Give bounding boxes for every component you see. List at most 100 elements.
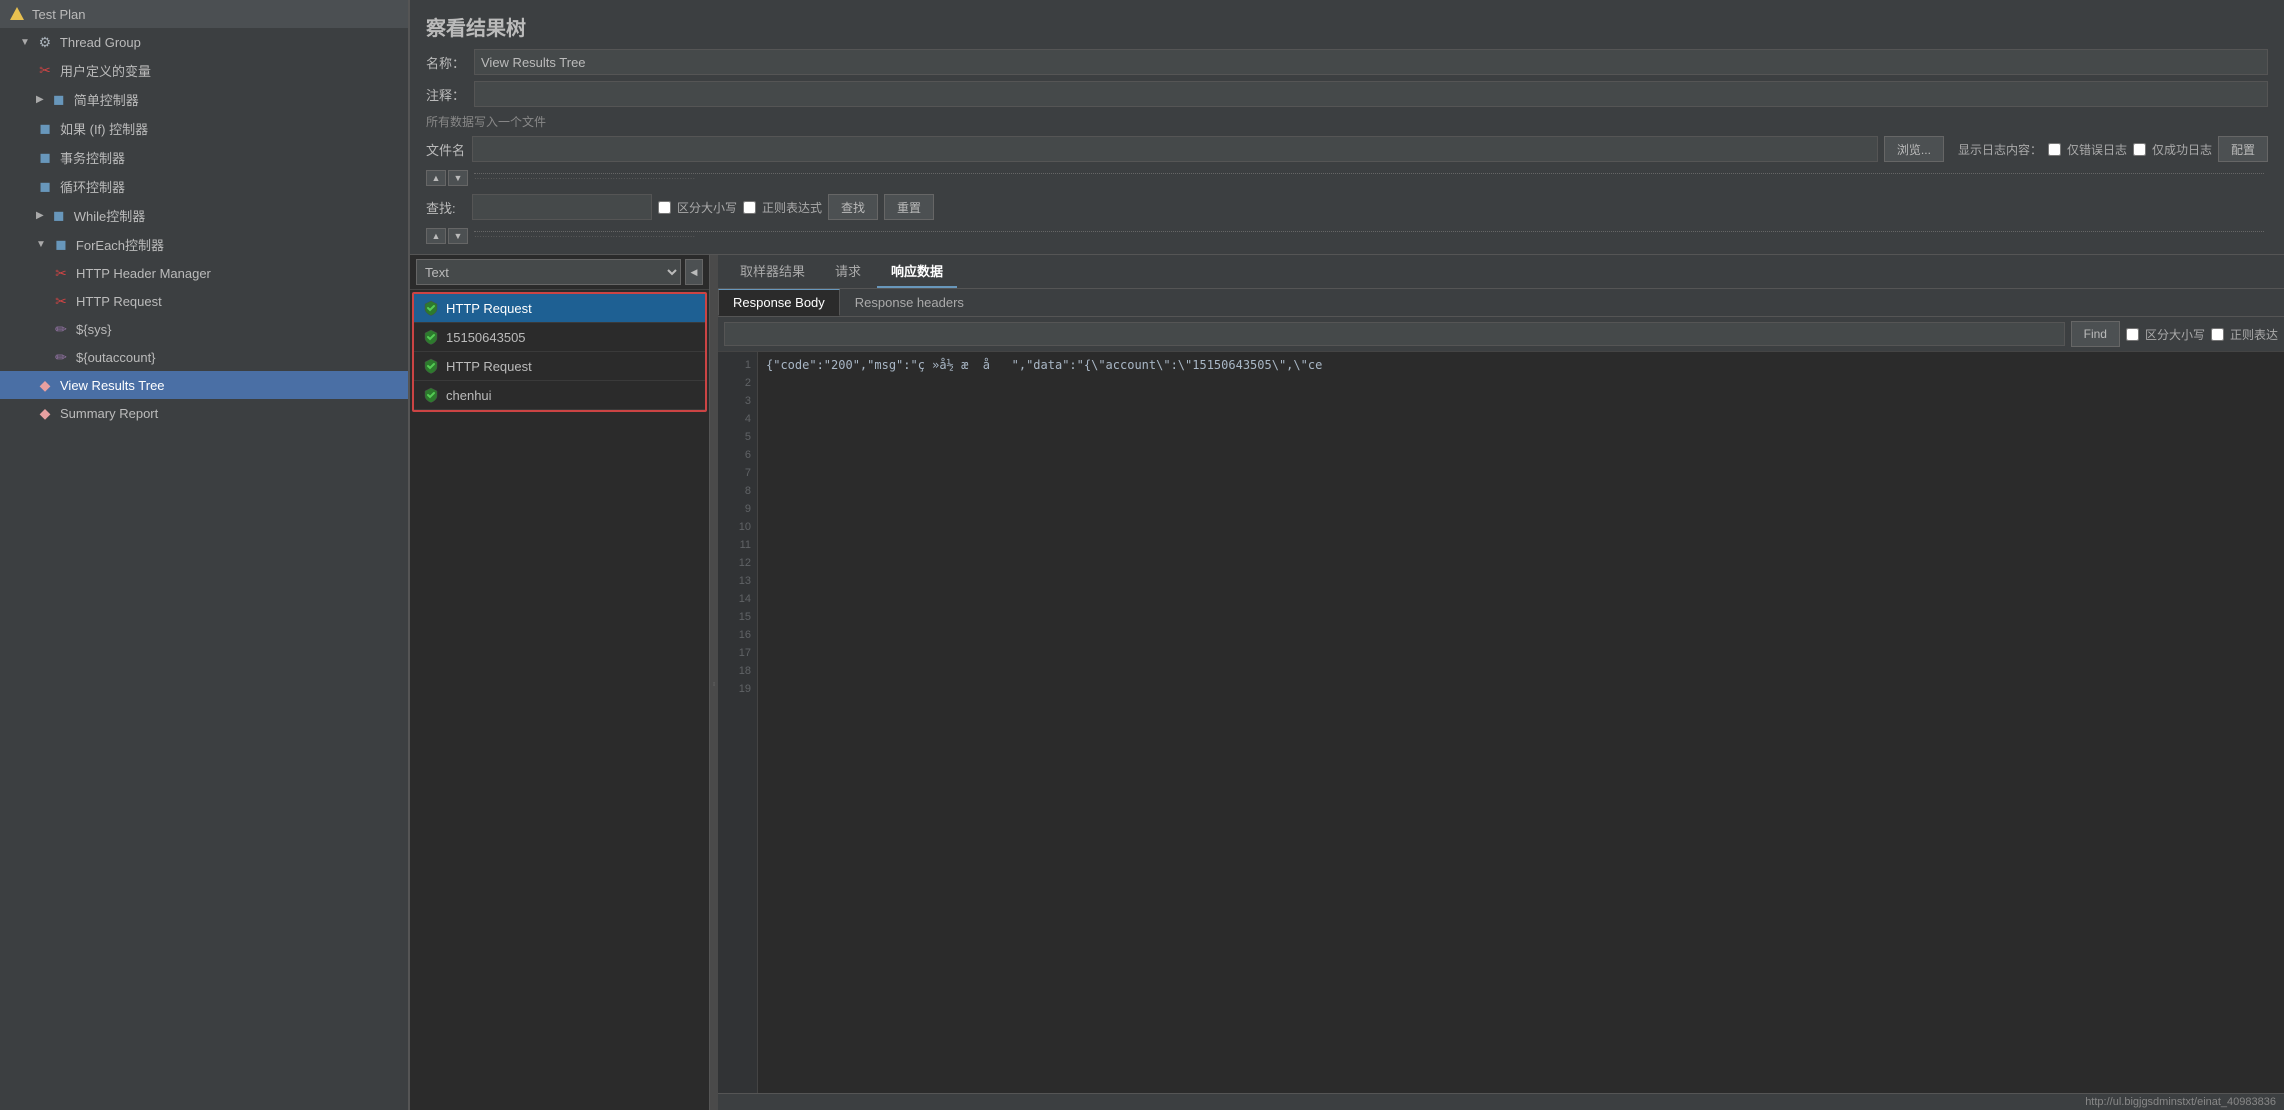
only-error-checkbox[interactable]	[2048, 143, 2061, 156]
comment-row: 注释：	[426, 81, 2268, 107]
response-find-button[interactable]: Find	[2071, 321, 2120, 347]
line-num: 3	[745, 392, 751, 410]
file-input[interactable]	[472, 136, 1878, 162]
ctrl-icon: ◼	[36, 178, 54, 196]
only-success-checkbox[interactable]	[2133, 143, 2146, 156]
response-panel: 取样器结果 请求 响应数据 Response Body Response hea…	[718, 255, 2284, 1110]
only-success-label: 仅成功日志	[2152, 141, 2212, 158]
name-label: 名称：	[426, 53, 466, 72]
sidebar-item-label: ${outaccount}	[76, 350, 156, 365]
list-item-label: HTTP Request	[446, 359, 532, 374]
case-sensitive-label: 区分大小写	[677, 199, 737, 216]
config-button[interactable]: 配置	[2218, 136, 2268, 162]
file-label: 文件名	[426, 140, 466, 159]
response-search-input[interactable]	[724, 322, 2065, 346]
scissors-icon: ✂	[52, 292, 70, 310]
vertical-splitter[interactable]: ···	[710, 255, 718, 1110]
sidebar-item-tx-ctrl[interactable]: ◼ 事务控制器	[0, 143, 408, 172]
comment-input[interactable]	[474, 81, 2268, 107]
format-selector[interactable]: Text JSON HTML XML RegExp Tester CSS/JQu…	[416, 259, 681, 285]
code-area: 1 2 3 4 5 6 7 8 9 10 11 12 13 14 15 16 1	[718, 352, 2284, 1093]
name-row: 名称：	[426, 49, 2268, 75]
scissors-icon: ✂	[52, 264, 70, 282]
sidebar-item-outaccount-var[interactable]: ✏ ${outaccount}	[0, 343, 408, 371]
results-tree-icon: ◆	[36, 376, 54, 394]
tab-response-data[interactable]: 响应数据	[877, 255, 957, 288]
collapse-up-btn[interactable]: ▲	[426, 170, 446, 186]
search-label: 查找:	[426, 198, 466, 217]
sidebar-item-if-ctrl[interactable]: ◼ 如果 (If) 控制器	[0, 114, 408, 143]
line-num: 7	[745, 464, 751, 482]
sidebar-item-http-header[interactable]: ✂ HTTP Header Manager	[0, 259, 408, 287]
divider-dots-2: ········································…	[474, 231, 2264, 241]
sidebar-item-summary-report[interactable]: ◆ Summary Report	[0, 399, 408, 427]
sidebar-item-thread-group[interactable]: ▼ ⚙ Thread Group	[0, 28, 408, 56]
divider-row-2: ▲ ▼ ····································…	[426, 226, 2268, 246]
divider-row-1: ▲ ▼ ····································…	[426, 168, 2268, 188]
sidebar-item-sys-var[interactable]: ✏ ${sys}	[0, 315, 408, 343]
sidebar-item-label: 如果 (If) 控制器	[60, 119, 148, 138]
line-num: 19	[739, 680, 751, 698]
sidebar-item-label: 简单控制器	[74, 90, 139, 109]
list-item[interactable]: HTTP Request	[414, 294, 705, 323]
sidebar-item-foreach-ctrl[interactable]: ▼ ◼ ForEach控制器	[0, 230, 408, 259]
comment-label: 注释：	[426, 85, 466, 104]
sidebar-item-label: HTTP Header Manager	[76, 266, 211, 281]
line-num: 17	[739, 644, 751, 662]
expand-icon: ▼	[20, 37, 30, 48]
results-list-container: HTTP Request 15150643505	[412, 292, 707, 412]
sidebar-item-loop-ctrl[interactable]: ◼ 循环控制器	[0, 172, 408, 201]
tab-sampler-result[interactable]: 取样器结果	[726, 255, 819, 288]
tab-request[interactable]: 请求	[821, 255, 875, 288]
response-tab-headers[interactable]: Response headers	[840, 289, 979, 316]
sidebar-item-http-request[interactable]: ✂ HTTP Request	[0, 287, 408, 315]
sidebar-item-label: Thread Group	[60, 35, 141, 50]
expand-icon: ▶	[36, 94, 44, 105]
expand-icon: ▼	[36, 239, 46, 250]
divider-dots: ········································…	[474, 173, 2264, 183]
collapse-down-btn[interactable]: ▼	[448, 170, 468, 186]
sidebar-item-test-plan[interactable]: Test Plan	[0, 0, 408, 28]
search-input[interactable]	[472, 194, 652, 220]
sidebar-item-label: Summary Report	[60, 406, 158, 421]
sidebar-item-label: 事务控制器	[60, 148, 125, 167]
sidebar-item-while-ctrl[interactable]: ▶ ◼ While控制器	[0, 201, 408, 230]
line-num: 5	[745, 428, 751, 446]
panel-title: 察看结果树	[426, 12, 2268, 41]
code-content[interactable]: {"code":"200","msg":"ç »å½ æ å ","data":…	[758, 352, 2284, 1093]
main-content: 察看结果树 名称： 注释： 所有数据写入一个文件 文件名 浏览... 显示日志内…	[410, 0, 2284, 1110]
ctrl-icon: ◼	[36, 149, 54, 167]
sidebar-item-user-vars[interactable]: ✂ 用户定义的变量	[0, 56, 408, 85]
response-tab-body[interactable]: Response Body	[718, 289, 840, 316]
test-plan-icon	[8, 5, 26, 23]
line-num: 2	[745, 374, 751, 392]
main-body: Text JSON HTML XML RegExp Tester CSS/JQu…	[410, 255, 2284, 1110]
sidebar-item-label: While控制器	[74, 206, 146, 225]
regex-checkbox[interactable]	[743, 201, 756, 214]
file-row: 文件名 浏览... 显示日志内容： 仅错误日志 仅成功日志 配置	[426, 136, 2268, 162]
reset-button[interactable]: 重置	[884, 194, 934, 220]
response-regex-checkbox[interactable]	[2211, 328, 2224, 341]
line-num: 15	[739, 608, 751, 626]
status-bar: http://ul.bigjgsdminstxt/einat_40983836	[718, 1093, 2284, 1110]
panel-collapse-btn[interactable]: ◀	[685, 259, 703, 285]
line-num: 11	[740, 536, 751, 554]
name-input[interactable]	[474, 49, 2268, 75]
collapse-down-btn-2[interactable]: ▼	[448, 228, 468, 244]
expand-icon: ▶	[36, 210, 44, 221]
sidebar-item-view-results-tree[interactable]: ◆ View Results Tree	[0, 371, 408, 399]
sidebar-item-simple-ctrl[interactable]: ▶ ◼ 简单控制器	[0, 85, 408, 114]
list-item[interactable]: 15150643505	[414, 323, 705, 352]
list-item[interactable]: chenhui	[414, 381, 705, 410]
write-all-label: 所有数据写入一个文件	[426, 113, 546, 130]
collapse-up-btn-2[interactable]: ▲	[426, 228, 446, 244]
response-case-checkbox[interactable]	[2126, 328, 2139, 341]
list-item[interactable]: HTTP Request	[414, 352, 705, 381]
case-sensitive-checkbox[interactable]	[658, 201, 671, 214]
sidebar-item-label: ${sys}	[76, 322, 111, 337]
browse-button[interactable]: 浏览...	[1884, 136, 1944, 162]
summary-report-icon: ◆	[36, 404, 54, 422]
response-tabs-row: Response Body Response headers	[718, 289, 2284, 317]
find-button[interactable]: 查找	[828, 194, 878, 220]
line-num: 9	[745, 500, 751, 518]
